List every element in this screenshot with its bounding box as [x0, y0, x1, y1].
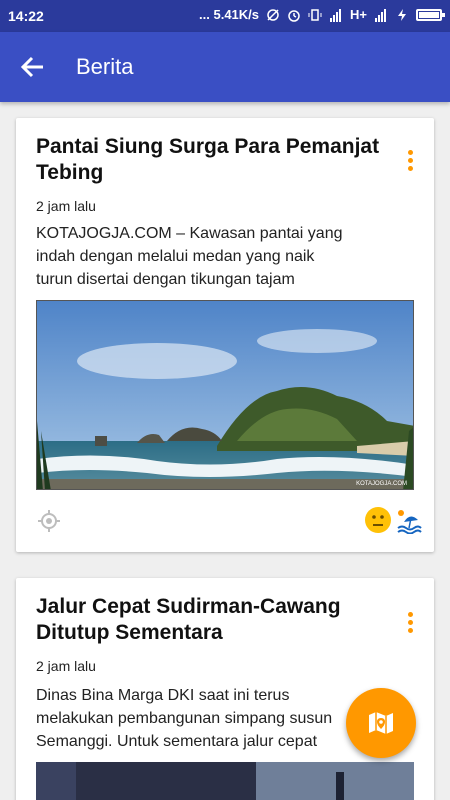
status-icons: ... 5.41K/s H+ [199, 7, 445, 22]
charging-icon [398, 8, 406, 21]
news-time: 2 jam lalu [36, 658, 96, 674]
battery-icon [416, 8, 445, 21]
signal-icon [330, 8, 342, 22]
beach-photo [37, 301, 413, 489]
network-speed: ... 5.41K/s [199, 7, 260, 22]
signal-icon [375, 8, 386, 22]
map-icon [369, 712, 393, 734]
alarm-icon [288, 9, 300, 22]
news-title[interactable]: Pantai Siung Surga Para Pemanjat Tebing [36, 134, 396, 186]
map-fab-button[interactable] [346, 688, 416, 758]
more-options-icon[interactable] [404, 148, 416, 174]
image-watermark: KOTAJOGJA.COM [356, 481, 407, 487]
news-image[interactable] [36, 762, 414, 800]
beach-icon[interactable] [396, 508, 422, 534]
alarm-off-icon [267, 8, 279, 21]
news-card[interactable]: Pantai Siung Surga Para Pemanjat Tebing … [16, 118, 434, 552]
back-arrow-icon[interactable] [18, 52, 48, 82]
excerpt-line: KOTAJOGJA.COM – Kawasan pantai yang [36, 225, 343, 242]
status-time: 14:22 [8, 8, 44, 24]
news-title[interactable]: Jalur Cepat Sudirman-Cawang Ditutup Seme… [36, 594, 396, 646]
network-type: H+ [350, 7, 367, 22]
news-image[interactable]: KOTAJOGJA.COM [36, 300, 414, 490]
news-excerpt: KOTAJOGJA.COM – Kawasan pantai yang inda… [36, 222, 411, 291]
news-photo [36, 762, 414, 800]
vibrate-icon [308, 8, 322, 21]
neutral-face-icon[interactable] [364, 506, 392, 534]
excerpt-line: indah dengan melalui medan yang naik [36, 248, 315, 265]
excerpt-line: turun disertai dengan tikungan tajam [36, 271, 295, 288]
app-bar: Berita [0, 32, 450, 102]
more-options-icon[interactable] [404, 610, 416, 636]
location-icon[interactable] [36, 508, 62, 534]
card-footer [36, 506, 422, 536]
news-time: 2 jam lalu [36, 198, 96, 214]
status-bar: 14:22 ... 5.41K/s H+ [0, 0, 450, 32]
page-title: Berita [76, 54, 134, 79]
